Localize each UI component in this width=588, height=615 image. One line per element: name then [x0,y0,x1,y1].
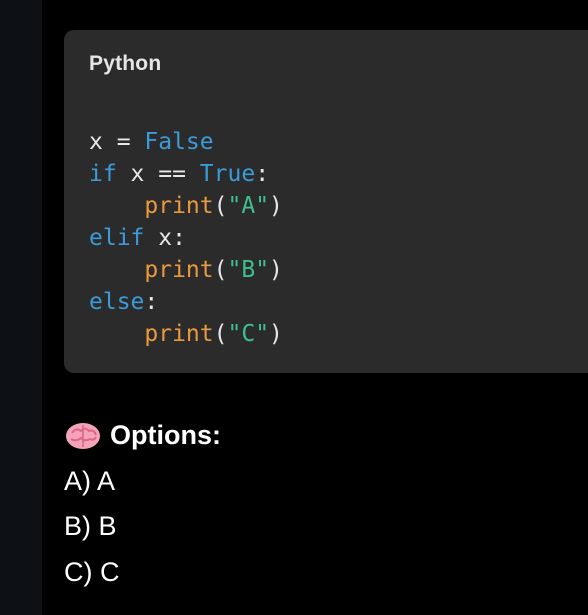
code-token: ) [269,321,283,347]
options-heading: Options: [64,420,221,451]
code-token: x = [89,129,145,155]
code-token: print [144,321,214,347]
code-token: x: [144,225,186,251]
code-token: "B" [227,257,270,283]
code-token: ( [213,193,228,219]
code-line: print("C") [89,318,283,350]
code-token: "A" [227,193,270,219]
code-token: x == [116,161,200,187]
brain-icon [64,421,102,451]
code-token: ( [213,321,228,347]
sidebar-strip [0,0,42,615]
code-line: x = False [89,126,283,158]
option-c[interactable]: C) C [64,557,120,588]
code-token: False [144,129,214,155]
code-line: if x == True: [89,158,283,190]
code-token: ) [269,257,283,283]
code-token: : [255,161,270,187]
code-line: print("B") [89,254,283,286]
code-token: ( [213,257,228,283]
main-content: Python x = False if x == True: print("A")… [42,0,588,615]
code-line: else: [89,286,283,318]
code-token: True [199,161,256,187]
code-line: elif x: [89,222,283,254]
code-token: "C" [227,321,270,347]
option-b[interactable]: B) B [64,511,117,542]
code-token: ) [269,193,283,219]
option-a[interactable]: A) A [64,466,115,497]
code-token: : [144,289,159,315]
code-token: print [144,257,214,283]
options-heading-text: Options: [110,420,221,450]
code-line: print("A") [89,190,283,222]
code-token: elif [89,225,145,251]
code-token: print [144,193,214,219]
code-language-label: Python [89,52,162,75]
code-token: else [89,289,145,315]
code-block[interactable]: x = False if x == True: print("A") elif x:… [89,126,283,350]
code-card[interactable]: Python x = False if x == True: print("A")… [64,30,588,373]
code-token: if [89,161,117,187]
